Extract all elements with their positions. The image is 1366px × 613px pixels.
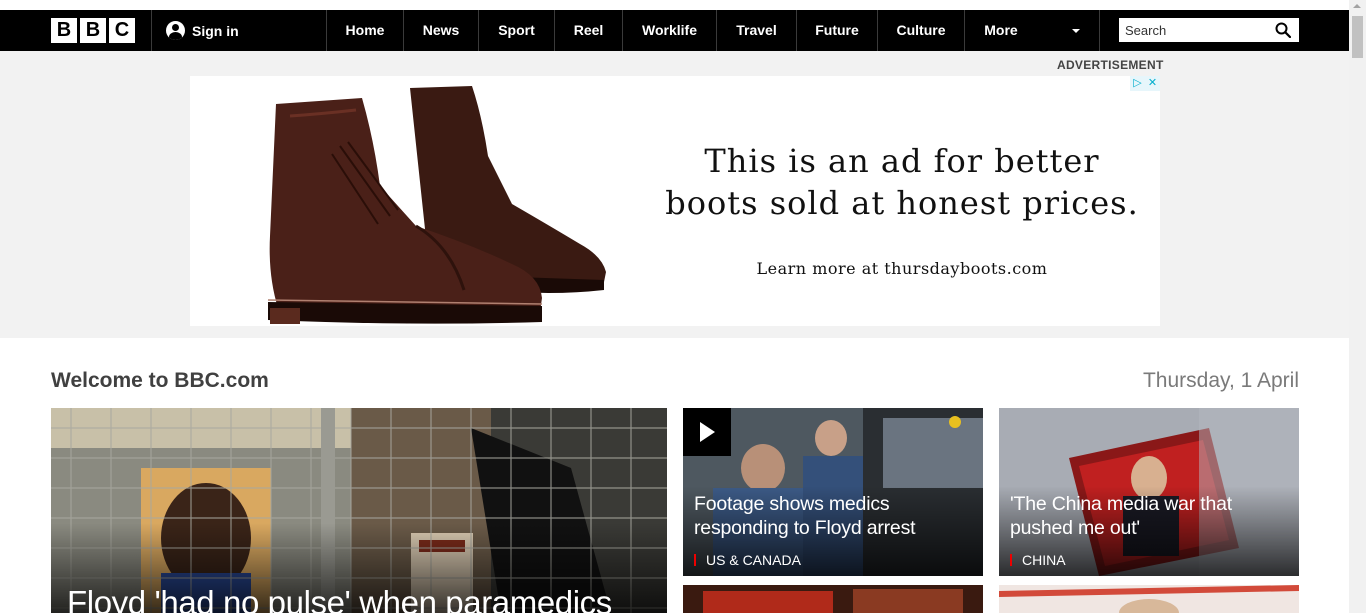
logo-letter: C xyxy=(109,18,135,43)
scroll-thumb[interactable] xyxy=(1352,16,1363,58)
user-icon xyxy=(166,21,185,40)
bbc-homepage: B B C Sign in Home News Sport Reel Workl… xyxy=(0,0,1366,613)
play-icon[interactable] xyxy=(683,408,731,456)
story-card[interactable] xyxy=(683,585,983,613)
boot-image xyxy=(267,86,606,324)
nav-item-reel[interactable]: Reel xyxy=(555,10,622,51)
sign-in-button[interactable]: Sign in xyxy=(166,10,239,51)
ad-label: ADVERTISEMENT xyxy=(1057,58,1164,72)
story-section-tag[interactable]: US & CANADA xyxy=(694,553,801,567)
nav-divider xyxy=(1099,10,1100,51)
story-title[interactable]: Footage shows medics responding to Floyd… xyxy=(694,492,973,540)
sign-in-label: Sign in xyxy=(192,22,239,39)
scroll-up-arrow-icon[interactable] xyxy=(1353,4,1361,8)
ad-headline[interactable]: This is an ad for better boots sold at h… xyxy=(642,140,1160,224)
main-story-title[interactable]: Floyd 'had no pulse' when paramedics xyxy=(67,584,612,613)
nav-item-news[interactable]: News xyxy=(404,10,478,51)
nav-divider xyxy=(151,10,152,51)
main-story-card[interactable]: Floyd 'had no pulse' when paramedics xyxy=(51,408,667,613)
story-title-line: Footage shows medics xyxy=(694,493,890,515)
page-title: Welcome to BBC.com xyxy=(51,369,269,392)
nav-item-more[interactable]: More xyxy=(965,10,1037,51)
nav-item-future[interactable]: Future xyxy=(797,10,877,51)
search-input[interactable] xyxy=(1119,19,1269,41)
story-title-line: pushed me out' xyxy=(1010,517,1140,539)
search-icon[interactable] xyxy=(1275,22,1291,38)
story-section-tag[interactable]: CHINA xyxy=(1010,553,1066,567)
story-title-line: 'The China media war that xyxy=(1010,493,1233,515)
logo-letter: B xyxy=(80,18,106,43)
story-card[interactable]: Footage shows medics responding to Floyd… xyxy=(683,408,983,576)
ad-banner[interactable]: This is an ad for better boots sold at h… xyxy=(190,76,1160,326)
navbar: B B C Sign in Home News Sport Reel Workl… xyxy=(0,10,1349,51)
close-icon[interactable]: ✕ xyxy=(1145,76,1160,91)
current-date: Thursday, 1 April xyxy=(1142,369,1299,392)
ad-controls: ▷ ✕ xyxy=(1130,76,1160,91)
nav-item-home[interactable]: Home xyxy=(327,10,403,51)
story-card[interactable]: 'The China media war that pushed me out'… xyxy=(999,408,1299,576)
story-title-line: responding to Floyd arrest xyxy=(694,517,916,539)
bbc-logo[interactable]: B B C xyxy=(51,18,135,43)
nav-item-travel[interactable]: Travel xyxy=(717,10,796,51)
nav-item-culture[interactable]: Culture xyxy=(878,10,964,51)
search-box xyxy=(1119,18,1299,42)
ad-zone: ADVERTISEMENT This is an ad for better b… xyxy=(0,51,1349,338)
ad-cta-link[interactable]: Learn more at thursdayboots.com xyxy=(642,259,1160,278)
story-image xyxy=(683,585,983,613)
ad-headline-line: boots sold at honest prices. xyxy=(665,184,1139,222)
logo-letter: B xyxy=(51,18,77,43)
top-strip xyxy=(0,0,1349,10)
nav-item-worklife[interactable]: Worklife xyxy=(623,10,716,51)
nav-item-sport[interactable]: Sport xyxy=(479,10,554,51)
page-scrollbar[interactable] xyxy=(1349,0,1366,613)
chevron-down-icon[interactable] xyxy=(1072,29,1080,33)
story-title[interactable]: 'The China media war that pushed me out' xyxy=(1010,492,1289,540)
story-card[interactable] xyxy=(999,585,1299,613)
ad-headline-line: This is an ad for better xyxy=(704,142,1100,180)
adchoices-icon[interactable]: ▷ xyxy=(1130,76,1145,91)
story-image xyxy=(999,585,1299,613)
